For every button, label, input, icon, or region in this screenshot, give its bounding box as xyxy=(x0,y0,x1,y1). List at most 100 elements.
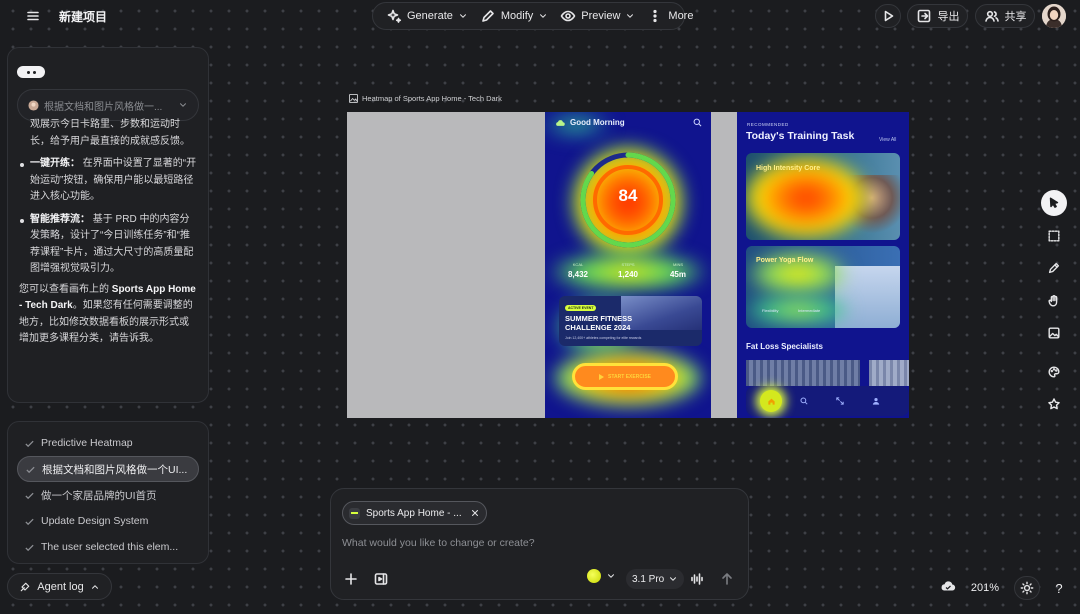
export-icon xyxy=(917,9,930,23)
search-icon[interactable] xyxy=(693,118,702,127)
zoom-level[interactable]: 201% xyxy=(963,576,1007,600)
theme-toggle[interactable] xyxy=(1014,576,1040,600)
profile-icon[interactable] xyxy=(872,397,880,405)
pen-tool[interactable] xyxy=(1041,255,1067,281)
heatmap-frame[interactable]: Good Morning 84 KCAL 8,432 STEPS 1,240 M… xyxy=(347,112,909,418)
chevron-down-icon xyxy=(180,103,186,107)
help-button[interactable]: ? xyxy=(1047,576,1071,600)
eye-icon xyxy=(560,10,576,22)
main-toolbar: Generate Modify Preview More xyxy=(372,2,693,30)
modify-label: Modify xyxy=(500,10,534,22)
favorites-tool[interactable] xyxy=(1041,391,1067,417)
chat-message: 观展示今日卡路里、步数和运动时 长，给予用户最直接的成就感反馈。 一键开练： 在… xyxy=(19,119,197,348)
user-avatar[interactable] xyxy=(1042,4,1066,28)
export-button[interactable]: 导出 xyxy=(907,4,968,28)
prompt-input[interactable]: What would you like to change or create? xyxy=(342,537,535,549)
palette-icon xyxy=(1048,365,1060,378)
check-icon xyxy=(25,440,34,447)
style-selector[interactable] xyxy=(587,569,616,583)
activity-score: 84 xyxy=(618,186,638,205)
task-item-active[interactable]: 根据文档和图片风格做一个UI... xyxy=(17,456,199,482)
hand-tool[interactable] xyxy=(1041,288,1067,314)
stat-label: MINS xyxy=(673,262,683,267)
chevron-down-icon xyxy=(540,14,547,18)
nav-home-button[interactable] xyxy=(760,390,782,412)
more-button[interactable]: More xyxy=(642,4,698,28)
modify-button[interactable]: Modify xyxy=(475,4,553,28)
frame-label-text: Heatmap of Sports App Home - Tech Dark xyxy=(362,94,502,103)
agent-log-button[interactable]: Agent log xyxy=(7,573,112,600)
challenge-card[interactable]: ACTIVE EVENT SUMMER FITNESS CHALLENGE 20… xyxy=(559,296,702,346)
context-chip[interactable]: Sports App Home - ... xyxy=(342,501,487,525)
bullet-title: 智能推荐流： xyxy=(30,213,90,225)
pen-icon xyxy=(1048,262,1060,274)
waveform-icon xyxy=(691,573,703,585)
sparkle-icon xyxy=(387,9,402,23)
add-button[interactable] xyxy=(343,571,359,587)
course-card-hiit[interactable]: High Intensity Core xyxy=(746,153,900,240)
image-tool[interactable] xyxy=(1041,320,1067,346)
model-label: 3.1 Pro xyxy=(632,573,665,585)
send-button[interactable] xyxy=(719,571,735,587)
task-item[interactable]: 做一个家居品牌的UI首页 xyxy=(17,482,199,508)
chat-summary: 您可以查看画布上的 Sports App Home - Tech Dark。如果… xyxy=(19,282,197,348)
task-item[interactable]: The user selected this elem... xyxy=(17,534,199,560)
stat-steps: STEPS 1,240 xyxy=(610,262,646,279)
chat-bullet-quickstart: 一键开练： 在界面中设置了显著的“开始运动”按钮，确保用户能以最短路径进入核心功… xyxy=(19,156,197,206)
prompt-composer: Sports App Home - ... What would you lik… xyxy=(330,488,749,600)
challenge-badge: ACTIVE EVENT xyxy=(565,305,597,311)
start-exercise-button[interactable]: START EXERCISE xyxy=(572,363,678,390)
avatar-icon xyxy=(28,99,39,111)
preview-button[interactable]: Preview xyxy=(555,4,640,28)
check-icon xyxy=(25,544,34,551)
voice-button[interactable] xyxy=(689,571,705,587)
model-select[interactable]: 3.1 Pro xyxy=(626,569,685,589)
task-item[interactable]: Predictive Heatmap xyxy=(17,430,199,456)
section-title: Fat Loss Specialists xyxy=(746,342,823,351)
select-tool[interactable] xyxy=(1041,190,1067,216)
generate-button[interactable]: Generate xyxy=(381,4,473,28)
agent-icon xyxy=(20,582,30,591)
challenge-title: SUMMER FITNESS CHALLENGE 2024 xyxy=(565,314,633,332)
share-button[interactable]: 共享 xyxy=(975,4,1035,28)
check-icon xyxy=(26,466,35,473)
training-screen: RECOMMENDED Today's Training Task View A… xyxy=(737,112,909,418)
chevron-down-icon xyxy=(608,574,614,578)
search-icon[interactable] xyxy=(800,397,808,405)
task-item[interactable]: Update Design System xyxy=(17,508,199,534)
specialist-image[interactable] xyxy=(869,360,909,386)
frame-tool[interactable] xyxy=(1041,223,1067,249)
summary-pre: 您可以查看画布上的 xyxy=(19,283,109,295)
attach-icon xyxy=(374,573,388,585)
menu-button[interactable] xyxy=(18,4,48,28)
frame-label[interactable]: Heatmap of Sports App Home - Tech Dark xyxy=(349,94,502,103)
preview-label: Preview xyxy=(581,10,621,22)
greeting: Good Morning xyxy=(555,118,625,127)
view-all-link[interactable]: View All xyxy=(879,137,896,143)
course-title: Power Yoga Flow xyxy=(756,257,814,264)
palette-tool[interactable] xyxy=(1041,359,1067,385)
task-label: Update Design System xyxy=(41,515,149,527)
canvas-tools xyxy=(1040,190,1068,424)
specialist-image[interactable] xyxy=(746,360,860,386)
users-icon xyxy=(984,10,999,22)
more-label: More xyxy=(668,10,694,22)
stat-kcal: KCAL 8,432 xyxy=(560,262,596,279)
stat-value: 1,240 xyxy=(617,270,639,279)
image-icon xyxy=(1048,327,1060,339)
chevron-down-icon xyxy=(627,14,634,18)
course-card-yoga[interactable]: Power Yoga Flow Flexibility Intermediate xyxy=(746,246,900,328)
home-icon xyxy=(767,398,775,405)
check-icon xyxy=(25,518,34,525)
play-button[interactable] xyxy=(875,4,901,28)
play-icon xyxy=(884,10,894,22)
chat-text-cut-line: 观展示今日卡路里、步数和运动时 xyxy=(30,119,180,130)
stat-label: STEPS xyxy=(621,262,635,267)
close-icon[interactable] xyxy=(470,508,480,518)
task-label: Predictive Heatmap xyxy=(41,437,133,449)
attach-frame-button[interactable] xyxy=(373,571,389,587)
expand-icon[interactable] xyxy=(836,397,844,405)
cloud-sync-icon[interactable] xyxy=(940,580,956,592)
stat-mins: MINS 45m xyxy=(660,262,696,279)
bullet-title: 一键开练： xyxy=(30,158,80,169)
